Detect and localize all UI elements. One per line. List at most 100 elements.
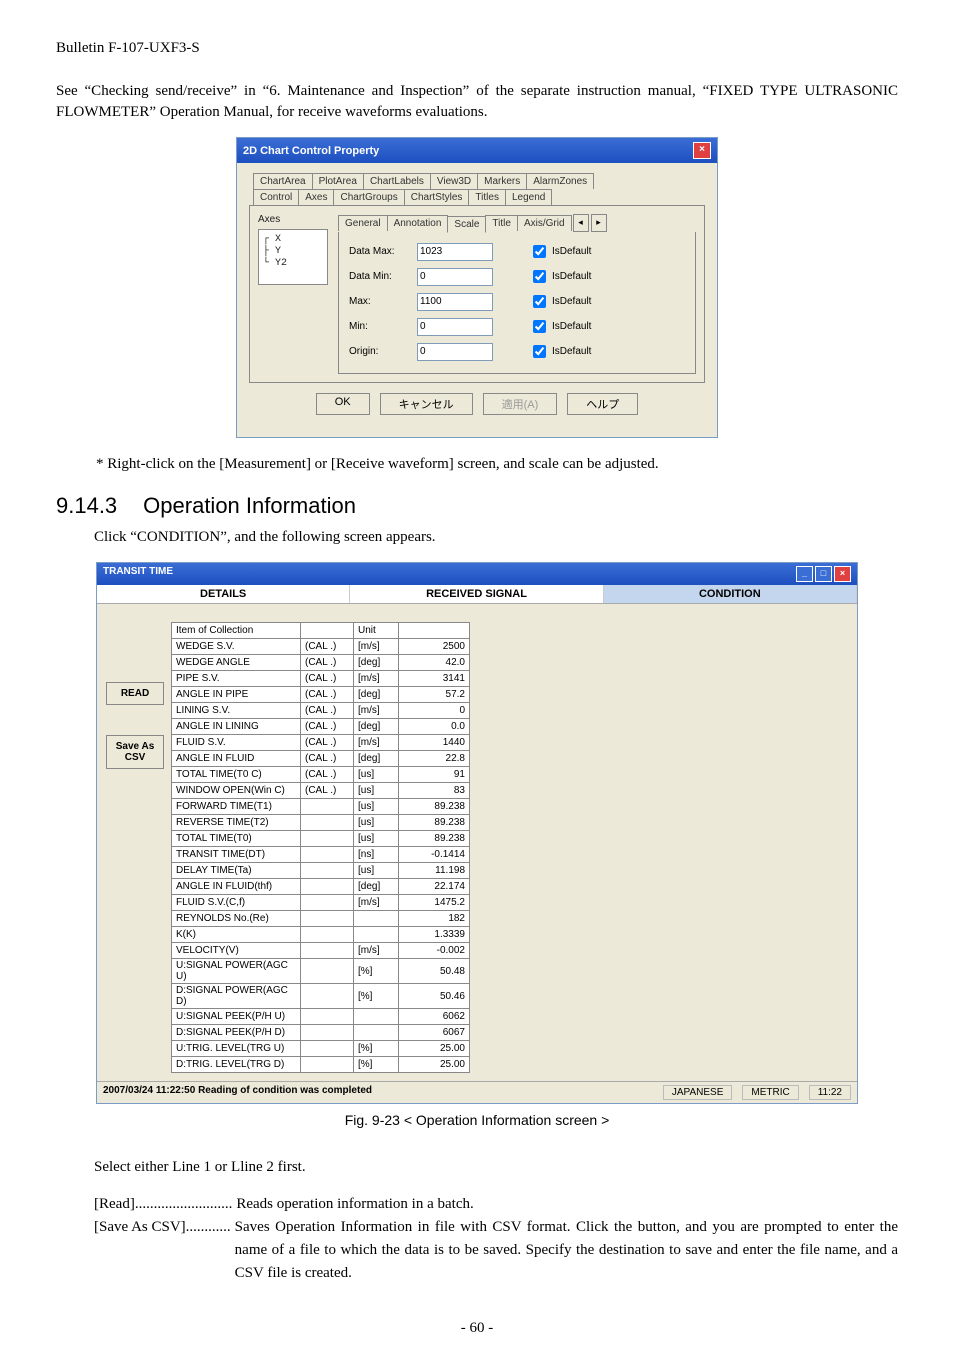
section-number: 9.14.3 bbox=[56, 493, 117, 518]
select-line-paragraph: Select either Line 1 or Lline 2 first. bbox=[94, 1156, 898, 1179]
table-row: FLUID S.V.(C,f)[m/s]1475.2 bbox=[172, 895, 470, 911]
read-button[interactable]: READ bbox=[106, 682, 164, 705]
cell: WINDOW OPEN(Win C) bbox=[172, 783, 301, 799]
cell: FORWARD TIME(T1) bbox=[172, 799, 301, 815]
cell: D:SIGNAL PEEK(P/H D) bbox=[172, 1025, 301, 1041]
tab-chartgroups[interactable]: ChartGroups bbox=[333, 189, 404, 205]
tab-chartarea[interactable]: ChartArea bbox=[253, 173, 313, 189]
bulletin-header: Bulletin F-107-UXF3-S bbox=[56, 40, 898, 57]
cell: 22.174 bbox=[399, 879, 470, 895]
save-csv-button[interactable]: Save As CSV bbox=[106, 735, 164, 769]
th-val bbox=[399, 623, 470, 639]
cell: 83 bbox=[399, 783, 470, 799]
table-row: LINING S.V.(CAL .)[m/s]0 bbox=[172, 703, 470, 719]
cell bbox=[354, 927, 399, 943]
row-data-max: Data Max: IsDefault bbox=[349, 242, 685, 261]
tab-chartlabels[interactable]: ChartLabels bbox=[363, 173, 431, 189]
row-min: Min: IsDefault bbox=[349, 317, 685, 336]
input-data-max[interactable] bbox=[417, 243, 493, 261]
cell: [deg] bbox=[354, 687, 399, 703]
inner-tab-scale[interactable]: Scale bbox=[447, 216, 486, 233]
status-unit: METRIC bbox=[742, 1085, 798, 1100]
cell: (CAL .) bbox=[301, 767, 354, 783]
chk-data-min[interactable] bbox=[533, 270, 546, 283]
cell bbox=[301, 927, 354, 943]
inner-tab-axisgrid[interactable]: Axis/Grid bbox=[517, 215, 572, 231]
chk-label: IsDefault bbox=[552, 246, 591, 257]
table-row: TOTAL TIME(T0 C)(CAL .)[us]91 bbox=[172, 767, 470, 783]
tab-legend[interactable]: Legend bbox=[505, 189, 552, 205]
cell bbox=[301, 911, 354, 927]
table-row: ANGLE IN LINING(CAL .)[deg]0.0 bbox=[172, 719, 470, 735]
cell: 1440 bbox=[399, 735, 470, 751]
inner-tab-title[interactable]: Title bbox=[485, 215, 518, 231]
table-row: FLUID S.V.(CAL .)[m/s]1440 bbox=[172, 735, 470, 751]
ok-button[interactable]: OK bbox=[316, 393, 370, 415]
th-unit: Unit bbox=[354, 623, 399, 639]
input-origin[interactable] bbox=[417, 343, 493, 361]
label-data-max: Data Max: bbox=[349, 246, 411, 257]
cell bbox=[301, 984, 354, 1009]
input-min[interactable] bbox=[417, 318, 493, 336]
tab-details[interactable]: DETAILS bbox=[97, 585, 350, 603]
tab-plotarea[interactable]: PlotArea bbox=[312, 173, 364, 189]
help-button[interactable]: ヘルプ bbox=[567, 393, 638, 415]
close-icon[interactable]: × bbox=[834, 566, 851, 582]
read-label: [Read] bbox=[94, 1193, 135, 1216]
input-max[interactable] bbox=[417, 293, 493, 311]
axes-tree-panel: Axes ┌ X ├ Y └ Y2 bbox=[258, 214, 328, 285]
cell: (CAL .) bbox=[301, 719, 354, 735]
th-blank bbox=[301, 623, 354, 639]
cell: 0.0 bbox=[399, 719, 470, 735]
tab-alarmzones[interactable]: AlarmZones bbox=[526, 173, 594, 189]
axes-tree[interactable]: ┌ X ├ Y └ Y2 bbox=[258, 229, 328, 285]
outer-tabs-row2: Control Axes ChartGroups ChartStyles Tit… bbox=[253, 189, 705, 205]
cell: K(K) bbox=[172, 927, 301, 943]
cell: [us] bbox=[354, 783, 399, 799]
inner-tab-annotation[interactable]: Annotation bbox=[387, 215, 449, 231]
cell: FLUID S.V. bbox=[172, 735, 301, 751]
apply-button[interactable]: 適用(A) bbox=[483, 393, 558, 415]
tab-nav-right-icon[interactable]: ▸ bbox=[591, 214, 607, 232]
table-row: D:SIGNAL POWER(AGC D)[%]50.46 bbox=[172, 984, 470, 1009]
tree-y2[interactable]: Y2 bbox=[275, 258, 287, 269]
tab-axes[interactable]: Axes bbox=[298, 189, 334, 205]
cell: 11.198 bbox=[399, 863, 470, 879]
tab-condition[interactable]: CONDITION bbox=[604, 585, 857, 603]
tab-chartstyles[interactable]: ChartStyles bbox=[404, 189, 470, 205]
cell bbox=[301, 799, 354, 815]
cell bbox=[301, 1009, 354, 1025]
cell: D:SIGNAL POWER(AGC D) bbox=[172, 984, 301, 1009]
tree-x[interactable]: X bbox=[275, 234, 281, 245]
maximize-icon[interactable]: □ bbox=[815, 566, 832, 582]
cell: [us] bbox=[354, 799, 399, 815]
input-data-min[interactable] bbox=[417, 268, 493, 286]
save-label: [Save As CSV] bbox=[94, 1216, 186, 1286]
cell bbox=[301, 863, 354, 879]
chk-data-max[interactable] bbox=[533, 245, 546, 258]
tab-received-signal[interactable]: RECEIVED SIGNAL bbox=[350, 585, 603, 603]
tab-nav-left-icon[interactable]: ◂ bbox=[573, 214, 589, 232]
tab-titles[interactable]: Titles bbox=[468, 189, 506, 205]
tree-y[interactable]: Y bbox=[275, 246, 281, 257]
table-row: WINDOW OPEN(Win C)(CAL .)[us]83 bbox=[172, 783, 470, 799]
tab-view3d[interactable]: View3D bbox=[430, 173, 478, 189]
cell: [deg] bbox=[354, 751, 399, 767]
chk-min[interactable] bbox=[533, 320, 546, 333]
cell: [deg] bbox=[354, 655, 399, 671]
th-item: Item of Collection bbox=[172, 623, 301, 639]
close-icon[interactable]: × bbox=[693, 142, 711, 159]
chk-label: IsDefault bbox=[552, 321, 591, 332]
inner-tab-general[interactable]: General bbox=[338, 215, 388, 231]
chk-origin[interactable] bbox=[533, 345, 546, 358]
tab-control[interactable]: Control bbox=[253, 189, 299, 205]
minimize-icon[interactable]: _ bbox=[796, 566, 813, 582]
cell: PIPE S.V. bbox=[172, 671, 301, 687]
axes-label: Axes bbox=[258, 214, 328, 225]
cell: 3141 bbox=[399, 671, 470, 687]
cell: (CAL .) bbox=[301, 671, 354, 687]
tab-markers[interactable]: Markers bbox=[477, 173, 527, 189]
cancel-button[interactable]: キャンセル bbox=[380, 393, 473, 415]
cell: (CAL .) bbox=[301, 751, 354, 767]
chk-max[interactable] bbox=[533, 295, 546, 308]
